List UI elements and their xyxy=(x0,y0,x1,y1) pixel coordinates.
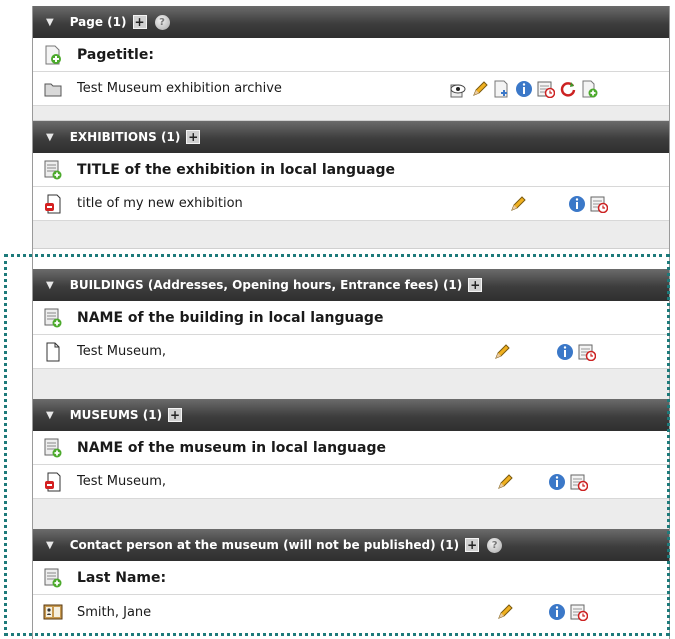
section-header-buildings[interactable]: ▼ BUILDINGS (Addresses, Opening hours, E… xyxy=(33,269,669,301)
item-actions xyxy=(555,342,596,361)
content-tree-panel: ▼ Page (1) + ? Pagetitle: Test Museum ex… xyxy=(32,6,670,639)
info-icon[interactable] xyxy=(514,79,533,98)
calendar-icon[interactable] xyxy=(569,472,588,491)
section-divider xyxy=(33,106,669,121)
section-divider xyxy=(33,221,669,249)
field-row-building-name: NAME of the building in local language xyxy=(33,301,669,335)
help-icon[interactable]: ? xyxy=(154,14,170,30)
add-icon[interactable]: + xyxy=(186,130,201,144)
section-header-page[interactable]: ▼ Page (1) + ? xyxy=(33,6,669,38)
field-label: TITLE of the exhibition in local languag… xyxy=(77,161,395,178)
field-label: NAME of the museum in local language xyxy=(77,439,386,456)
section-title: Contact person at the museum (will not b… xyxy=(69,538,460,552)
new-page-icon[interactable] xyxy=(580,79,599,98)
item-actions xyxy=(547,602,588,621)
pencil-icon[interactable] xyxy=(470,79,489,98)
item-actions xyxy=(492,342,511,361)
new-record-icon[interactable] xyxy=(43,568,63,588)
preview-icon[interactable] xyxy=(448,79,467,98)
calendar-icon[interactable] xyxy=(536,79,555,98)
item-actions xyxy=(448,79,599,98)
help-icon[interactable]: ? xyxy=(487,537,503,553)
section-title: Page (1) xyxy=(69,15,127,29)
add-icon[interactable]: + xyxy=(468,278,483,292)
calendar-icon[interactable] xyxy=(589,194,608,213)
refresh-icon[interactable] xyxy=(558,79,577,98)
field-row-last-name: Last Name: xyxy=(33,561,669,595)
new-record-icon[interactable] xyxy=(43,160,63,180)
new-record-icon[interactable] xyxy=(43,438,63,458)
collapse-triangle-icon[interactable]: ▼ xyxy=(46,280,54,291)
add-icon[interactable]: + xyxy=(168,408,183,422)
pencil-icon[interactable] xyxy=(492,342,511,361)
unpublished-page-icon xyxy=(43,194,63,214)
item-title[interactable]: Test Museum, xyxy=(77,474,166,489)
calendar-icon[interactable] xyxy=(569,602,588,621)
new-record-icon[interactable] xyxy=(43,308,63,328)
info-icon[interactable] xyxy=(555,342,574,361)
collapse-triangle-icon[interactable]: ▼ xyxy=(46,17,54,28)
add-icon[interactable]: + xyxy=(465,538,480,552)
field-row-exhibition-title: TITLE of the exhibition in local languag… xyxy=(33,153,669,187)
item-actions xyxy=(495,602,514,621)
collapse-triangle-icon[interactable]: ▼ xyxy=(46,132,54,143)
address-book-icon xyxy=(43,602,63,622)
add-icon[interactable]: + xyxy=(132,15,147,29)
section-title: BUILDINGS (Addresses, Opening hours, Ent… xyxy=(69,278,463,292)
section-header-contact-person[interactable]: ▼ Contact person at the museum (will not… xyxy=(33,529,669,561)
item-actions xyxy=(567,194,608,213)
section-title: EXHIBITIONS (1) xyxy=(69,130,181,144)
field-label: Pagetitle: xyxy=(77,46,154,63)
field-label: NAME of the building in local language xyxy=(77,309,384,326)
field-row-pagetitle: Pagetitle: xyxy=(33,38,669,72)
field-label: Last Name: xyxy=(77,569,167,586)
pencil-icon[interactable] xyxy=(508,194,527,213)
folder-icon xyxy=(43,79,63,99)
collapse-triangle-icon[interactable]: ▼ xyxy=(46,540,54,551)
move-icon[interactable] xyxy=(492,79,511,98)
pencil-icon[interactable] xyxy=(495,602,514,621)
calendar-icon[interactable] xyxy=(577,342,596,361)
info-icon[interactable] xyxy=(567,194,586,213)
section-header-museums[interactable]: ▼ MUSEUMS (1) + xyxy=(33,399,669,431)
item-actions xyxy=(508,194,527,213)
collapse-triangle-icon[interactable]: ▼ xyxy=(46,410,54,421)
item-title[interactable]: Test Museum exhibition archive xyxy=(77,81,282,96)
item-title[interactable]: title of my new exhibition xyxy=(77,196,243,211)
info-icon[interactable] xyxy=(547,472,566,491)
item-title[interactable]: Smith, Jane xyxy=(77,605,151,620)
unpublished-page-icon xyxy=(43,472,63,492)
item-actions xyxy=(495,472,514,491)
section-divider xyxy=(33,499,669,530)
field-row-museum-name: NAME of the museum in local language xyxy=(33,431,669,465)
item-title[interactable]: Test Museum, xyxy=(77,344,166,359)
section-title: MUSEUMS (1) xyxy=(69,408,163,422)
pencil-icon[interactable] xyxy=(495,472,514,491)
section-divider xyxy=(33,369,669,400)
new-page-icon[interactable] xyxy=(43,45,63,65)
page-icon xyxy=(43,342,63,362)
item-actions xyxy=(547,472,588,491)
section-header-exhibitions[interactable]: ▼ EXHIBITIONS (1) + xyxy=(33,121,669,153)
info-icon[interactable] xyxy=(547,602,566,621)
